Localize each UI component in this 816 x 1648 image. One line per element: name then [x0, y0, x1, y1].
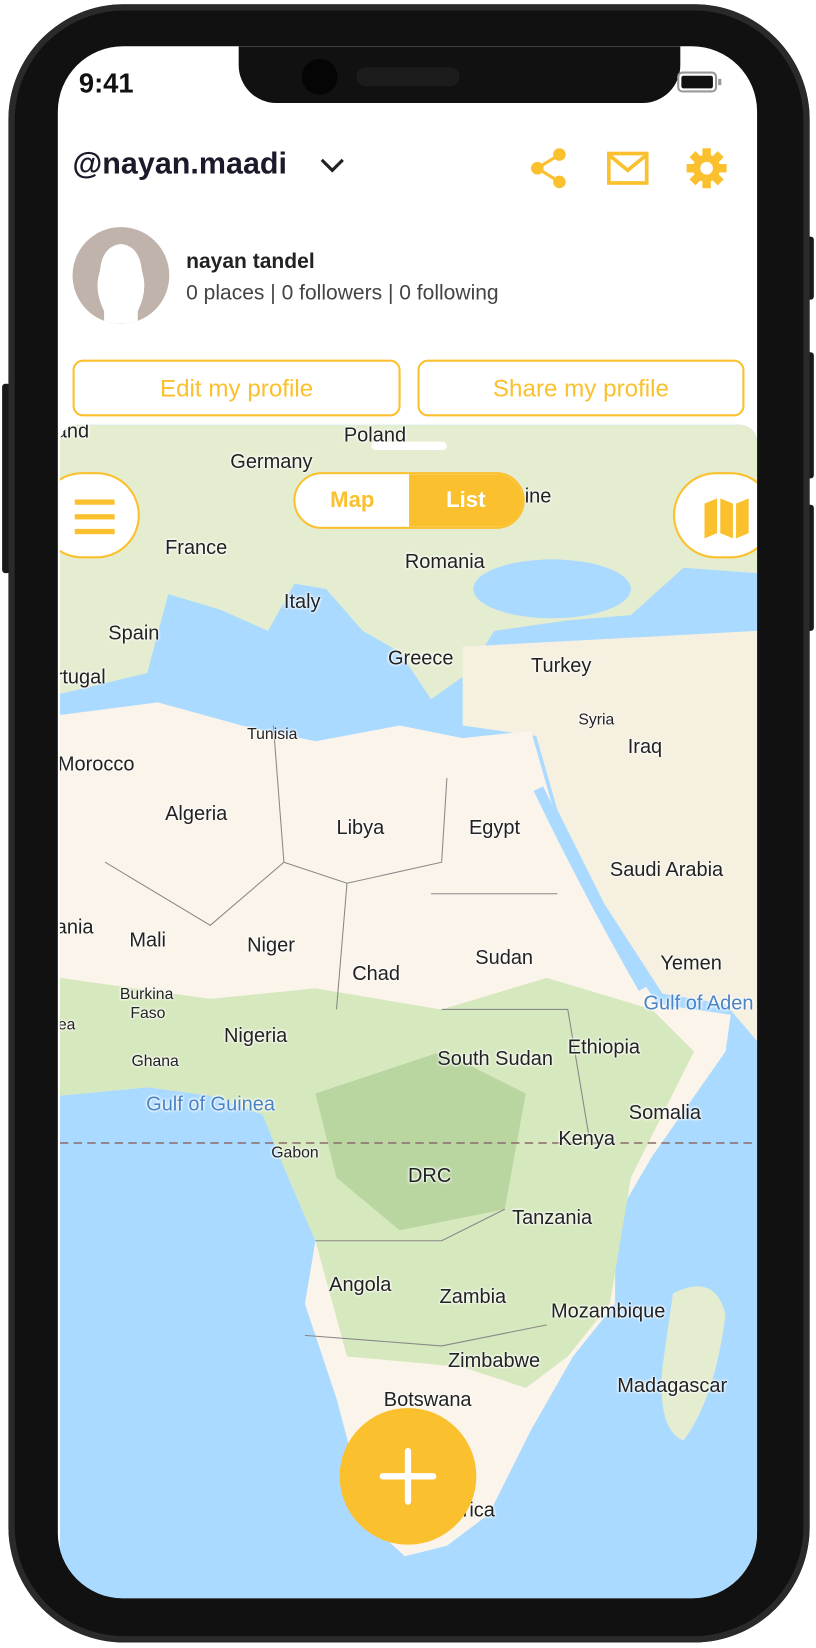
map-label: Madagascar [617, 1375, 728, 1398]
map-view[interactable]: and Poland Germany ine France Romania It… [59, 424, 758, 1599]
map-label: Turkey [531, 655, 592, 678]
edit-profile-button[interactable]: Edit my profile [72, 359, 401, 417]
map-label: Angola [329, 1274, 392, 1297]
map-label: Egypt [468, 817, 521, 840]
map-label: Burkina [119, 985, 174, 1004]
map-label: Gulf of Guinea [146, 1093, 276, 1116]
chevron-down-icon[interactable] [319, 156, 346, 177]
avatar[interactable] [72, 227, 170, 324]
map-label: Sudan [475, 947, 534, 970]
share-profile-button[interactable]: Share my profile [417, 359, 745, 417]
map-list-toggle[interactable]: Map List [293, 472, 525, 529]
hamburger-menu-icon [74, 499, 115, 535]
profile-stats: 0 places | 0 followers | 0 following [186, 281, 499, 305]
map-label: France [165, 537, 228, 560]
gear-icon[interactable] [686, 147, 728, 189]
username: @nayan.maadi [72, 147, 288, 181]
map-label: Niger [247, 934, 295, 957]
map-label: Germany [230, 451, 313, 474]
map-label: Zimbabwe [447, 1350, 541, 1373]
map-label: Zambia [439, 1285, 507, 1309]
map-label: Libya [336, 817, 385, 840]
map-label: Poland [343, 424, 407, 447]
map-label: Saudi Arabia [609, 859, 724, 882]
battery-icon [677, 71, 722, 93]
profile-name: nayan tandel [186, 250, 315, 274]
map-label: Romania [404, 550, 485, 574]
wifi-icon [636, 70, 667, 94]
mail-icon[interactable] [606, 147, 649, 189]
map-label: Faso [130, 1004, 166, 1023]
tab-list[interactable]: List [409, 474, 523, 527]
map-label: Mozambique [550, 1300, 666, 1323]
map-label: ine [524, 485, 552, 508]
screen: 9:41 @nayan.maadi nayan tandel 0 places … [57, 46, 758, 1599]
map-label: Nigeria [223, 1025, 288, 1048]
signal-icon [598, 70, 625, 93]
map-label: DRC [407, 1165, 452, 1188]
map-label: Tunisia [247, 725, 298, 744]
map-label: ea [60, 1015, 76, 1034]
camera [301, 58, 338, 95]
map-label: Chad [352, 963, 401, 986]
map-label: Iraq [627, 736, 663, 759]
map-label: Kenya [558, 1128, 615, 1151]
map-label: Morocco [59, 753, 135, 777]
map-layers-button[interactable] [672, 472, 758, 559]
status-icons [598, 70, 722, 94]
user-silhouette-icon [97, 243, 145, 324]
map-label: rtugal [59, 666, 106, 689]
map-label: Syria [578, 710, 615, 729]
map-label: Spain [108, 622, 160, 645]
map-label: Gulf of Aden [643, 992, 754, 1015]
status-time: 9:41 [78, 67, 134, 99]
tab-map[interactable]: Map [295, 474, 410, 527]
map-label: Italy [283, 590, 321, 614]
map-label: ania [60, 916, 94, 939]
map-label: Somalia [628, 1101, 701, 1125]
add-place-button[interactable] [339, 1407, 477, 1545]
map-label: Gabon [271, 1144, 319, 1162]
map-label: Ethiopia [567, 1036, 641, 1059]
map-label: South Sudan [437, 1048, 553, 1071]
map-label: Yemen [660, 952, 722, 975]
share-icon[interactable] [528, 147, 570, 189]
plus-icon [379, 1447, 437, 1505]
map-label: Greece [388, 647, 454, 670]
map-label: Algeria [165, 803, 228, 826]
speaker [356, 67, 460, 87]
map-label: Tanzania [512, 1207, 593, 1230]
map-label: and [60, 424, 90, 443]
map-icon [704, 498, 749, 539]
map-label: Mali [129, 929, 166, 952]
map-label: Ghana [131, 1052, 179, 1071]
